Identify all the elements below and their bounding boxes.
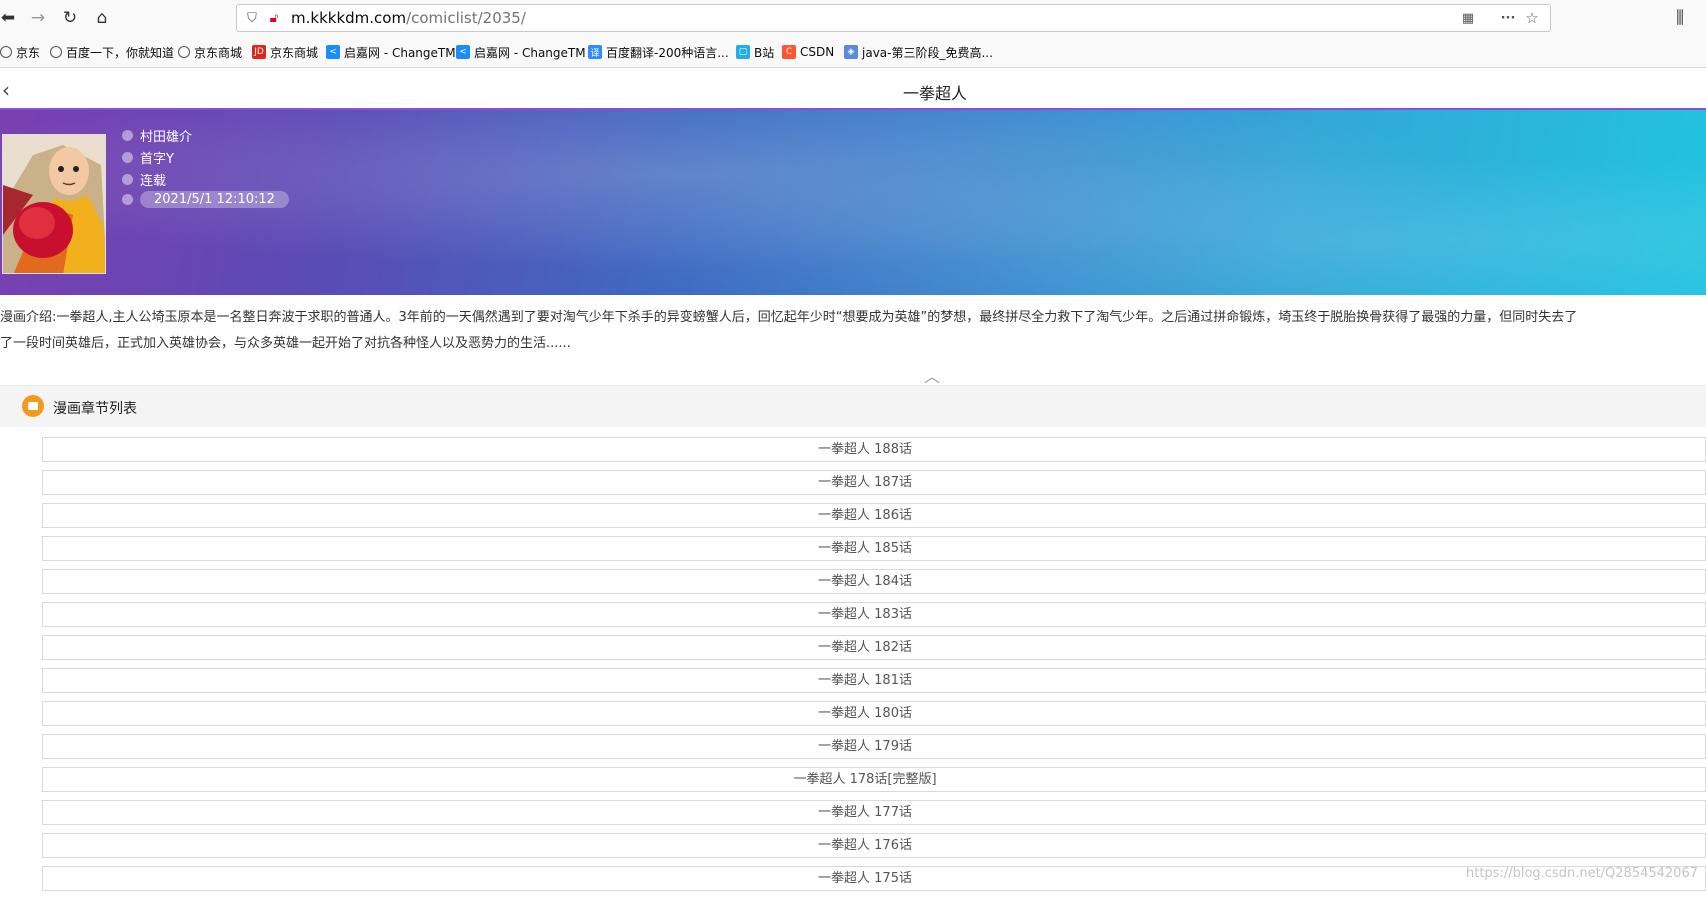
chapter-title: 一拳超人 188话 (818, 442, 912, 457)
bookmark-label: 启嘉网 - ChangeTM (474, 45, 586, 60)
chapter-link[interactable]: 一拳超人 176话 (42, 833, 1706, 858)
bookmark-item[interactable]: C CSDN (782, 44, 834, 60)
book-icon (22, 395, 44, 417)
home-icon[interactable]: ⌂ (90, 6, 114, 30)
author-name[interactable]: 村田雄介 (140, 126, 192, 145)
bookmark-label: 启嘉网 - ChangeTM (344, 45, 456, 60)
back-icon[interactable]: ⬅ (0, 6, 20, 30)
collapse-up-icon[interactable]: ︿ (924, 363, 940, 387)
comic-intro: 漫画介绍:一拳超人,主人公埼玉原本是一名整日奔波于求职的普通人。3年前的一天偶然… (0, 305, 1706, 357)
bookmark-item[interactable]: 译百度翻译-200种语言... (588, 44, 729, 60)
watermark-text: https://blog.csdn.net/Q2854542067 (1465, 866, 1698, 881)
chapter-title: 一拳超人 185话 (818, 541, 912, 556)
chapter-title: 一拳超人 184话 (818, 574, 912, 589)
chapter-title: 一拳超人 178话[完整版] (793, 772, 937, 787)
update-time: 2021/5/1 12:10:12 (140, 191, 289, 208)
chapter-link[interactable]: 一拳超人 185话 (42, 536, 1706, 561)
intro-line: 了一段时间英雄后，正式加入英雄协会，与众多英雄一起开始了对抗各种怪人以及恶势力的… (0, 336, 571, 351)
bookmark-label: 百度一下，你就知道 (66, 45, 175, 60)
cover-art-icon (3, 135, 105, 273)
chapter-list: 一拳超人 188话 一拳超人 187话 一拳超人 186话 一拳超人 185话 一拳超人… (42, 437, 1706, 899)
bookmark-label: B站 (754, 45, 775, 60)
jd-icon: JD (252, 45, 266, 59)
comic-hero-banner: 村田雄介 首字Y 连载 2021/5/1 12:10:12 (0, 110, 1706, 295)
bookmark-item[interactable]: 京东 (0, 44, 40, 60)
bookmark-item[interactable]: 百度一下，你就知道 (50, 44, 174, 60)
browser-toolbar: ⬅ → ↻ ⌂ ⛉ 🔓︎ m.kkkkdm.com/comiclist/2035… (0, 0, 1706, 36)
baidu-translate-icon: 译 (588, 45, 602, 59)
initial-letter[interactable]: 首字Y (140, 148, 174, 167)
bookmark-label: 京东商城 (270, 45, 319, 60)
csdn-icon: C (782, 45, 796, 59)
chapter-link[interactable]: 一拳超人 186话 (42, 503, 1706, 528)
changetm-icon: < (326, 45, 340, 59)
person-icon (122, 130, 133, 141)
chapter-link[interactable]: 一拳超人 177话 (42, 800, 1706, 825)
forward-icon[interactable]: → (26, 6, 50, 30)
intro-line: 漫画介绍:一拳超人,主人公埼玉原本是一名整日奔波于求职的普通人。3年前的一天偶然… (0, 310, 1578, 325)
chapter-link[interactable]: 一拳超人 180话 (42, 701, 1706, 726)
address-bar[interactable]: ⛉ 🔓︎ m.kkkkdm.com/comiclist/2035/ ▦ ··· … (236, 4, 1551, 32)
bookmarks-bar: 京东 百度一下，你就知道 京东商城 JD 京东商城 < 启嘉网 - ChangeTM < 启嘉网… (0, 36, 1706, 68)
bookmark-label: 京东商城 (194, 45, 243, 60)
chapter-title: 一拳超人 179话 (818, 739, 912, 754)
bookmark-label: 京东 (16, 45, 41, 60)
bookmark-label: CSDN (800, 45, 835, 59)
more-actions-icon[interactable]: ··· (1499, 9, 1517, 27)
bookmark-item[interactable]: ◈ java-第三阶段_免费高... (844, 44, 993, 60)
insecure-lock-icon[interactable]: 🔓︎ (265, 9, 283, 27)
globe-icon (178, 46, 190, 58)
chapter-link[interactable]: 一拳超人 181话 (42, 668, 1706, 693)
chapter-link[interactable]: 一拳超人 175话 (42, 866, 1706, 891)
chapter-title: 一拳超人 181话 (818, 673, 912, 688)
chapter-list-title: 漫画章节列表 (53, 401, 137, 417)
page-header: ‹ 一拳超人 (0, 68, 1706, 110)
chapter-title: 一拳超人 180话 (818, 706, 912, 721)
changetm-icon: < (456, 45, 470, 59)
bookmark-label: 百度翻译-200种语言... (606, 45, 729, 60)
tag-icon (122, 174, 133, 185)
chapter-title: 一拳超人 182话 (818, 640, 912, 655)
bookmark-item[interactable]: < 启嘉网 - ChangeTM (326, 44, 456, 60)
bilibili-icon: ▢ (736, 45, 750, 59)
library-icon[interactable]: ⫼ (1668, 6, 1692, 30)
globe-icon (0, 46, 12, 58)
chapter-title: 一拳超人 183话 (818, 607, 912, 622)
chapter-link[interactable]: 一拳超人 178话[完整版] (42, 767, 1706, 792)
reload-icon[interactable]: ↻ (58, 6, 82, 30)
bookmark-label: java-第三阶段_免费高... (862, 45, 993, 60)
bookmark-item[interactable]: JD 京东商城 (252, 44, 318, 60)
chapter-title: 一拳超人 176话 (818, 838, 912, 853)
qr-code-icon[interactable]: ▦ (1459, 9, 1477, 27)
java-icon: ◈ (844, 45, 858, 59)
chapter-link[interactable]: 一拳超人 187话 (42, 470, 1706, 495)
chapter-title: 一拳超人 177话 (818, 805, 912, 820)
chapter-title: 一拳超人 175话 (818, 871, 912, 886)
updated-row: 2021/5/1 12:10:12 (122, 191, 289, 208)
page-title: 一拳超人 (902, 84, 967, 103)
chapter-link[interactable]: 一拳超人 179话 (42, 734, 1706, 759)
shield-icon[interactable]: ⛉ (243, 9, 261, 27)
clock-icon (122, 194, 133, 205)
bookmark-item[interactable]: ▢ B站 (736, 44, 774, 60)
chapter-link[interactable]: 一拳超人 183话 (42, 602, 1706, 627)
globe-icon (50, 46, 62, 58)
chapter-title: 一拳超人 186话 (818, 508, 912, 523)
chapter-title: 一拳超人 187话 (818, 475, 912, 490)
url-text[interactable]: m.kkkkdm.com/comiclist/2035/ (291, 9, 526, 27)
author-row: 村田雄介 (122, 126, 192, 145)
chapter-link[interactable]: 一拳超人 188话 (42, 437, 1706, 462)
chapter-list-header: 漫画章节列表 (0, 385, 1706, 427)
bookmark-item[interactable]: 京东商城 (178, 44, 242, 60)
serial-status: 连载 (140, 174, 167, 189)
initial-row: 首字Y (122, 148, 174, 167)
bookmark-star-icon[interactable]: ☆ (1523, 9, 1541, 27)
status-row: 连载 (122, 170, 166, 189)
chapter-link[interactable]: 一拳超人 182话 (42, 635, 1706, 660)
comic-cover-image[interactable] (2, 134, 106, 274)
chapter-link[interactable]: 一拳超人 184话 (42, 569, 1706, 594)
tag-icon (122, 152, 133, 163)
bookmark-item[interactable]: < 启嘉网 - ChangeTM (456, 44, 586, 60)
